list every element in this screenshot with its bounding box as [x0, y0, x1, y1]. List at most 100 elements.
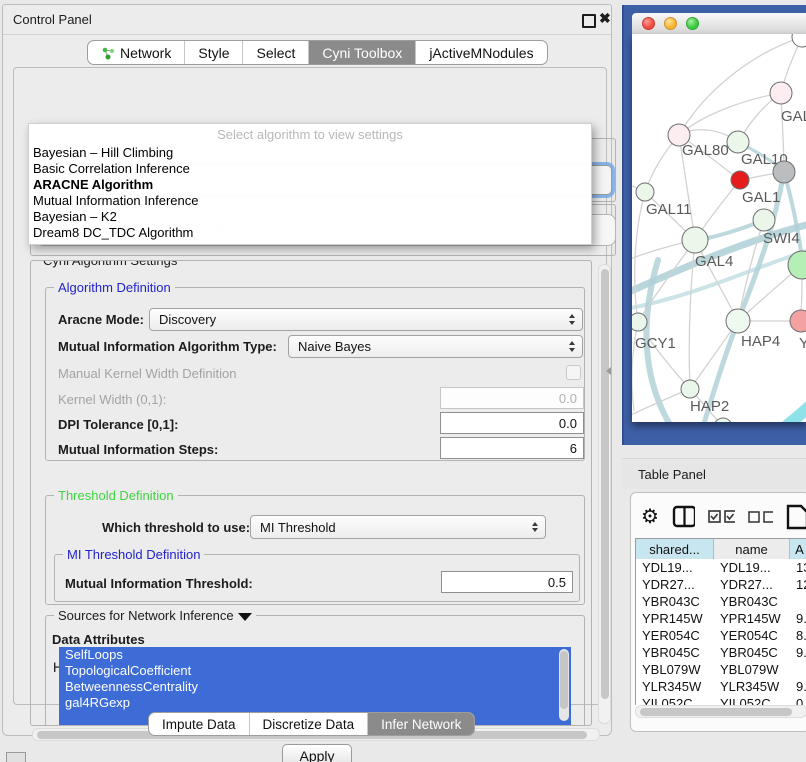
algorithm-option[interactable]: Bayesian – K2: [29, 209, 591, 225]
attribute-item[interactable]: SelfLoops: [59, 647, 571, 663]
float-window-icon[interactable]: [582, 14, 596, 28]
network-node-y[interactable]: [790, 310, 806, 332]
gear-icon[interactable]: ⚙: [641, 505, 659, 529]
mi-steps-input[interactable]: [440, 437, 584, 459]
table-cell: YIL052C: [636, 695, 714, 705]
network-window: GALGAL80GAL10GAL1GAL11SWI4GAL4GCY1HAP4YH…: [622, 5, 806, 445]
table-cell: 13: [790, 559, 806, 576]
table-cell: 8.: [790, 627, 806, 644]
table-cell: 9.: [790, 678, 806, 695]
apply-button[interactable]: Apply: [282, 744, 352, 762]
threshold-definition-title: Threshold Definition: [54, 488, 178, 503]
sources-group-title[interactable]: Sources for Network Inference: [54, 608, 256, 623]
settings-vertical-scrollbar[interactable]: [598, 264, 611, 724]
export-table-icon[interactable]: [786, 504, 806, 530]
tab-infer-network[interactable]: Infer Network: [368, 713, 474, 735]
algorithm-definition-title: Algorithm Definition: [54, 280, 175, 295]
dpi-tolerance-input[interactable]: [440, 412, 584, 434]
close-traffic-light-icon[interactable]: [642, 17, 655, 30]
table-cell: YBR045C: [636, 644, 714, 661]
which-threshold-value: MI Threshold: [260, 520, 336, 535]
table-row[interactable]: YPR145WYPR145W9.: [636, 610, 806, 627]
network-node-hap4[interactable]: [726, 309, 750, 333]
column-header-shared[interactable]: shared...: [636, 539, 714, 559]
node-label-gal11: GAL11: [646, 201, 692, 218]
algorithm-option[interactable]: Mutual Information Inference: [29, 193, 591, 209]
settings-vscroll-thumb[interactable]: [601, 269, 609, 699]
aracne-mode-combo[interactable]: Discovery: [149, 308, 583, 331]
attribute-item[interactable]: gal4RGexp: [59, 695, 571, 711]
network-window-titlebar[interactable]: [632, 13, 806, 35]
column-header-name[interactable]: name: [714, 539, 790, 559]
network-node[interactable]: [792, 34, 806, 47]
network-node-gal1[interactable]: [731, 171, 749, 189]
mi-type-combo[interactable]: Naive Bayes: [288, 335, 583, 358]
tab-impute-data[interactable]: Impute Data: [149, 713, 250, 735]
attributes-scrollbar-thumb[interactable]: [560, 651, 568, 709]
cyni-toolbox-panel: gal:filtered.sif default node Select alg…: [13, 67, 607, 705]
table-row[interactable]: YDL19...YDL19...13: [636, 559, 806, 576]
table-row[interactable]: YIL052CYIL052C0.: [636, 695, 806, 705]
deselect-checkboxes-icon[interactable]: [748, 509, 773, 525]
table-panel-card: ⚙ shared...nameA YDL19...YDL19...13YDR27: [630, 492, 806, 732]
table-toolbar: ⚙: [641, 503, 806, 531]
network-node[interactable]: [773, 161, 795, 183]
panel-resize-arrow-icon[interactable]: [606, 367, 611, 375]
node-label-gal4: GAL4: [695, 253, 733, 270]
manual-kernel-checkbox[interactable]: [566, 365, 581, 380]
attribute-item[interactable]: BetweennessCentrality: [59, 679, 571, 695]
kernel-width-input[interactable]: [440, 387, 584, 409]
column-header-A[interactable]: A: [790, 539, 806, 559]
tab-cyni-toolbox[interactable]: Cyni Toolbox: [309, 41, 416, 64]
network-node-gal4[interactable]: [682, 227, 708, 253]
top-tab-bar: Network StyleSelectCyni ToolboxjActiveMNo…: [87, 40, 548, 65]
tab-network[interactable]: Network: [88, 41, 185, 64]
attribute-item[interactable]: TopologicalCoefficient: [59, 663, 571, 679]
network-canvas[interactable]: GALGAL80GAL10GAL1GAL11SWI4GAL4GCY1HAP4YH…: [632, 34, 806, 422]
which-threshold-combo[interactable]: MI Threshold: [250, 515, 546, 539]
control-panel-titlebar: Control Panel ✖: [3, 5, 611, 35]
algorithm-option[interactable]: Dream8 DC_TDC Algorithm: [29, 225, 591, 241]
tab-discretize-data[interactable]: Discretize Data: [250, 713, 369, 735]
table-panel-titlebar: Table Panel: [622, 458, 806, 489]
tab-select[interactable]: Select: [243, 41, 309, 64]
network-node-hap2[interactable]: [681, 380, 699, 398]
mi-threshold-input[interactable]: [441, 571, 573, 593]
network-node-gal11[interactable]: [636, 183, 654, 201]
tab-label: Network: [120, 45, 171, 61]
minimize-traffic-light-icon[interactable]: [664, 17, 677, 30]
zoom-traffic-light-icon[interactable]: [686, 17, 699, 30]
table-row[interactable]: YBR043CYBR043C: [636, 593, 806, 610]
network-node-gal[interactable]: [770, 82, 792, 104]
algorithm-option[interactable]: ARACNE Algorithm: [29, 177, 591, 193]
table-cell: YBR043C: [636, 593, 714, 610]
table-cell: 9.: [790, 610, 806, 627]
settings-group-title: Cyni Algorithm Settings: [39, 260, 181, 268]
control-panel-window: Control Panel ✖ Network StyleSelectCyni T…: [2, 4, 612, 736]
network-node-gcy1[interactable]: [632, 313, 647, 331]
table-cell: YDL19...: [714, 559, 790, 576]
table-hscroll-thumb[interactable]: [640, 708, 792, 716]
algorithm-dropdown-placeholder: Select algorithm to view settings: [29, 127, 591, 142]
table-row[interactable]: YER054CYER054C8.: [636, 627, 806, 644]
tab-jactivemnodules[interactable]: jActiveMNodules: [416, 41, 546, 64]
table-horizontal-scrollbar[interactable]: [635, 705, 806, 718]
tab-style[interactable]: Style: [185, 41, 243, 64]
table-cell: YDL19...: [636, 559, 714, 576]
table-body: YDL19...YDL19...13YDR27...YDR27...12YBR0…: [636, 559, 806, 705]
algorithm-option[interactable]: Basic Correlation Inference: [29, 161, 591, 177]
network-node-swi4[interactable]: [753, 209, 775, 231]
network-node-gal10[interactable]: [727, 131, 749, 153]
close-icon[interactable]: ✖: [599, 10, 611, 27]
attributes-scrollbar[interactable]: [559, 649, 569, 721]
table-row[interactable]: YDR27...YDR27...12: [636, 576, 806, 593]
column-view-icon[interactable]: [672, 505, 695, 529]
table-cell: 0.: [790, 695, 806, 705]
algorithm-option[interactable]: Bayesian – Hill Climbing: [29, 145, 591, 161]
table-row[interactable]: YLR345WYLR345W9.: [636, 678, 806, 695]
minimized-panel-icon[interactable]: [6, 752, 26, 762]
select-all-checkboxes-icon[interactable]: [708, 509, 735, 525]
table-cell: YIL052C: [714, 695, 790, 705]
table-row[interactable]: YBR045CYBR045C9.: [636, 644, 806, 661]
table-row[interactable]: YBL079WYBL079W: [636, 661, 806, 678]
